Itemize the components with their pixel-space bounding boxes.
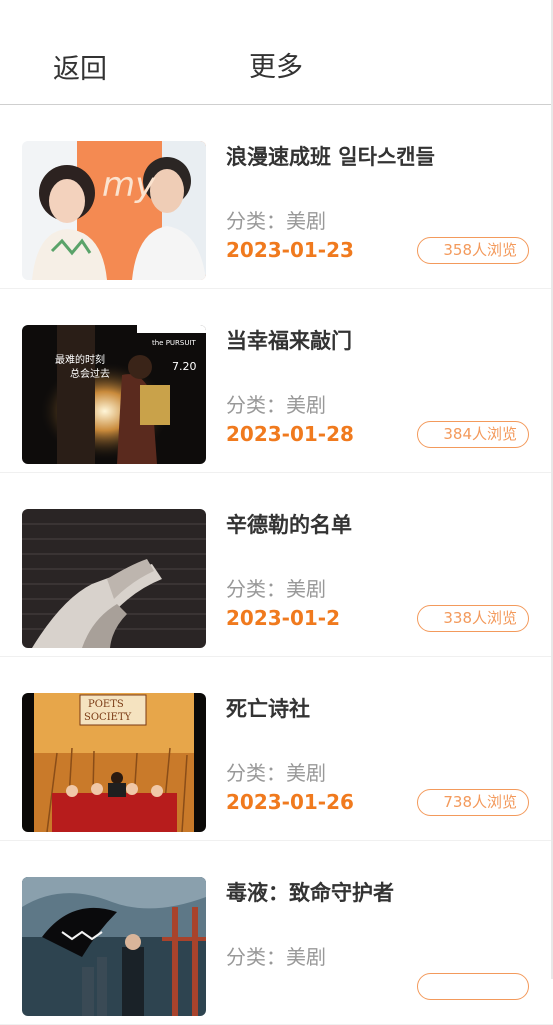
poets-poster-image: POETS SOCIETY (22, 693, 206, 832)
poster-thumbnail[interactable] (22, 509, 206, 648)
list-item[interactable]: POETS SOCIETY 死亡诗社 分类：美剧 2023-01-26 738人… (0, 657, 553, 841)
more-button[interactable]: 更多 (249, 50, 303, 86)
item-category: 分类：美剧 (226, 393, 326, 417)
item-title: 毒液：致命守护者 (226, 881, 394, 905)
list-item[interactable]: 毒液：致命守护者 分类：美剧 (0, 841, 553, 1025)
view-count-badge: 384人浏览 (417, 421, 529, 448)
view-count-badge (417, 973, 529, 1000)
item-date: 2023-01-28 (226, 422, 354, 446)
romance-poster-image: my (22, 141, 206, 280)
item-date: 2023-01-23 (226, 238, 354, 262)
svg-text:POETS: POETS (88, 699, 124, 710)
svg-text:总会过去: 总会过去 (70, 367, 110, 380)
poster-thumbnail[interactable]: my (22, 141, 206, 280)
item-category: 分类：美剧 (226, 209, 326, 233)
back-button[interactable]: 返回 (53, 52, 107, 88)
list-item[interactable]: my 浪漫速成班 일타스캔들 分类：美剧 2023-01-23 358人浏览 (0, 105, 553, 289)
item-category: 分类：美剧 (226, 761, 326, 785)
view-count-badge: 738人浏览 (417, 789, 529, 816)
venom-poster-image (22, 877, 206, 1016)
schindler-poster-image (22, 509, 206, 648)
pursuit-poster-image: the PURSUIT 7.20 最难的时刻 总会过去 (22, 325, 206, 464)
svg-text:the PURSUIT: the PURSUIT (152, 339, 197, 347)
item-category: 分类：美剧 (226, 945, 326, 969)
item-title: 死亡诗社 (226, 697, 310, 721)
item-title: 当幸福来敲门 (226, 329, 352, 353)
list-item[interactable]: 辛德勒的名单 分类：美剧 2023-01-2 338人浏览 (0, 473, 553, 657)
svg-text:SOCIETY: SOCIETY (84, 712, 132, 723)
item-date: 2023-01-26 (226, 790, 354, 814)
item-category: 分类：美剧 (226, 577, 326, 601)
poster-thumbnail[interactable]: POETS SOCIETY (22, 693, 206, 832)
svg-text:7.20: 7.20 (172, 360, 197, 373)
svg-text:my: my (102, 165, 156, 205)
item-title: 浪漫速成班 일타스캔들 (226, 145, 435, 169)
list-item[interactable]: the PURSUIT 7.20 最难的时刻 总会过去 当幸福来敲门 分类：美剧… (0, 289, 553, 473)
item-title: 辛德勒的名单 (226, 513, 352, 537)
poster-thumbnail[interactable]: the PURSUIT 7.20 最难的时刻 总会过去 (22, 325, 206, 464)
view-count-badge: 358人浏览 (417, 237, 529, 264)
top-nav-bar: 返回 更多 (0, 0, 553, 105)
view-count-badge: 338人浏览 (417, 605, 529, 632)
item-date: 2023-01-2 (226, 606, 341, 630)
movie-list: my 浪漫速成班 일타스캔들 分类：美剧 2023-01-23 358人浏览 t… (0, 105, 553, 1025)
svg-text:最难的时刻: 最难的时刻 (55, 353, 105, 366)
poster-thumbnail[interactable] (22, 877, 206, 1016)
